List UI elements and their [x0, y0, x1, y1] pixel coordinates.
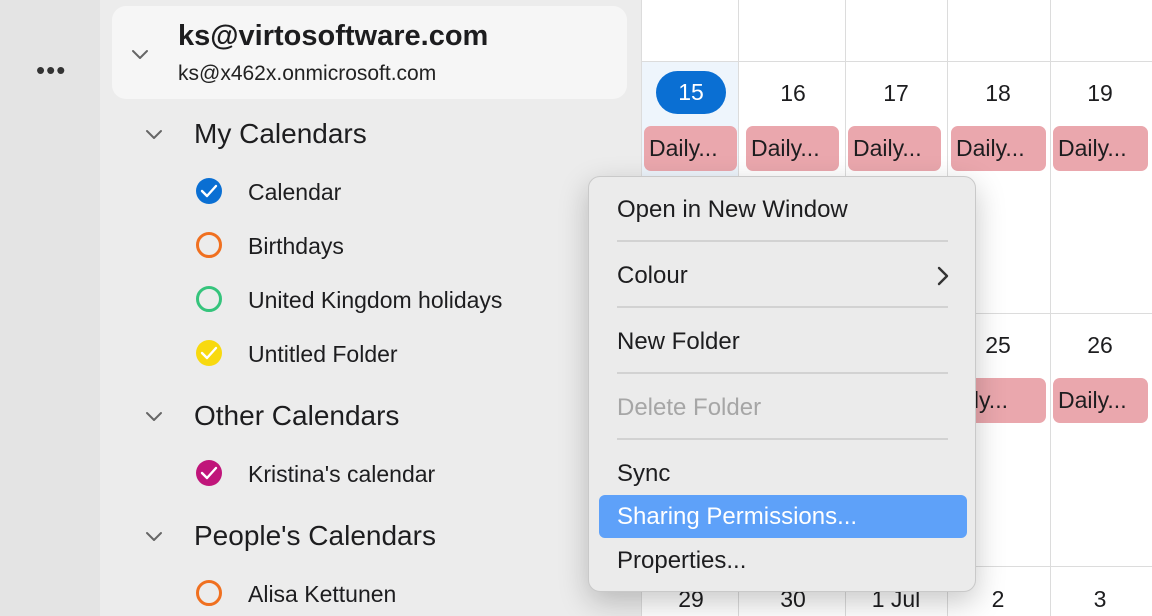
menu-separator [617, 306, 948, 308]
menu-item-sharing-permissions[interactable]: Sharing Permissions... [599, 495, 967, 538]
event-daily[interactable]: Daily... [644, 126, 737, 171]
calendar-item-label: United Kingdom holidays [248, 287, 503, 313]
calendar-item-label: Untitled Folder [248, 341, 398, 367]
group-title: My Calendars [194, 118, 367, 149]
chevron-down-icon[interactable] [130, 44, 150, 64]
menu-separator [617, 240, 948, 242]
day-number[interactable]: 26 [1050, 332, 1150, 359]
calendar-item-label: Calendar [248, 179, 342, 205]
group-title: People's Calendars [194, 520, 436, 551]
left-rail: ••• [0, 0, 100, 616]
menu-item-delete-folder: Delete Folder [617, 394, 762, 421]
menu-item-open-in-new-window[interactable]: Open in New Window [599, 188, 967, 231]
menu-item-colour[interactable]: Colour [599, 254, 967, 297]
calendar-sidebar: ks@virtosoftware.com ks@x462x.onmicrosof… [100, 0, 641, 616]
menu-item-sync[interactable]: Sync [599, 452, 967, 495]
more-options-icon[interactable]: ••• [36, 57, 66, 83]
checked-circle-icon[interactable] [196, 178, 222, 204]
event-daily[interactable]: Daily... [848, 126, 941, 171]
checked-circle-icon[interactable] [196, 340, 222, 366]
event-daily[interactable]: Daily... [1053, 126, 1148, 171]
chevron-down-icon[interactable] [144, 124, 164, 144]
day-number[interactable]: 17 [846, 80, 946, 107]
event-daily[interactable]: Daily... [1053, 378, 1148, 423]
calendar-item-label: Birthdays [248, 233, 344, 259]
chevron-down-icon[interactable] [144, 406, 164, 426]
today-indicator[interactable]: 15 [656, 71, 726, 114]
chevron-right-icon [937, 266, 949, 286]
event-daily[interactable]: Daily... [746, 126, 839, 171]
chevron-down-icon[interactable] [144, 526, 164, 546]
unchecked-circle-icon[interactable] [196, 232, 222, 258]
day-number[interactable]: 18 [948, 80, 1048, 107]
calendar-item-label: Alisa Kettunen [248, 581, 397, 607]
account-name: ks@virtosoftware.com [178, 20, 489, 52]
day-number[interactable]: 19 [1050, 80, 1150, 107]
menu-separator [617, 372, 948, 374]
account-header[interactable]: ks@virtosoftware.com ks@x462x.onmicrosof… [112, 6, 627, 99]
group-title: Other Calendars [194, 400, 400, 431]
menu-item-new-folder[interactable]: New Folder [599, 320, 967, 363]
event-daily[interactable]: Daily... [951, 126, 1046, 171]
unchecked-circle-icon[interactable] [196, 286, 222, 312]
calendar-item-label: Kristina's calendar [248, 461, 436, 487]
menu-item-properties[interactable]: Properties... [599, 539, 967, 582]
day-number[interactable]: 16 [743, 80, 843, 107]
context-menu: Open in New Window Colour New Folder Del… [588, 176, 976, 592]
checked-circle-icon[interactable] [196, 460, 222, 486]
unchecked-circle-icon[interactable] [196, 580, 222, 606]
grid-line [641, 61, 1152, 62]
day-number[interactable]: 3 [1050, 586, 1150, 613]
menu-separator [617, 438, 948, 440]
account-email: ks@x462x.onmicrosoft.com [178, 62, 437, 85]
